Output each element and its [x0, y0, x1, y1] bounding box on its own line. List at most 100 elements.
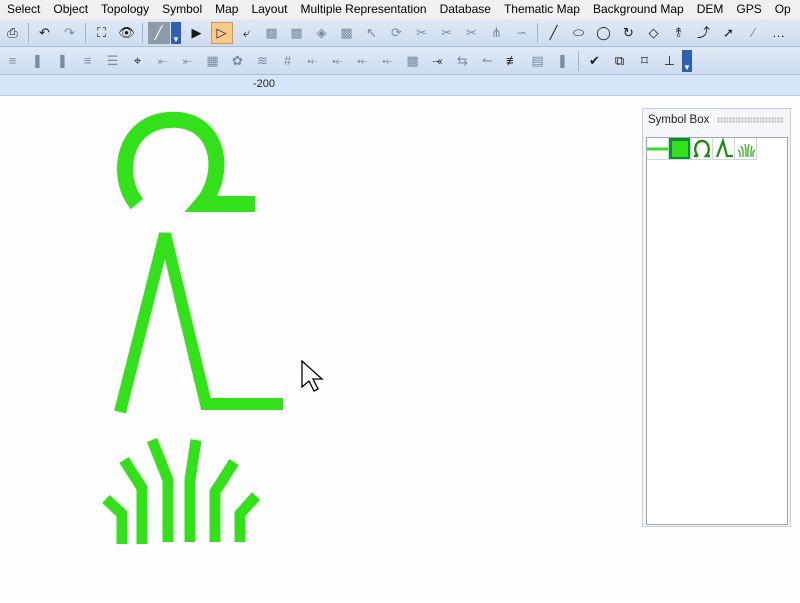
snap-icon[interactable]: ⤛ [427, 50, 449, 72]
toolbar-separator [537, 22, 538, 43]
smooth-icon[interactable]: ⤜ [152, 50, 174, 72]
omega-symbol-icon [694, 139, 710, 157]
menu-select[interactable]: Select [0, 0, 46, 19]
panel-grip-icon[interactable] [717, 117, 784, 123]
move-node-icon[interactable]: ◈ [311, 22, 333, 44]
extend-icon[interactable]: ⤝ [352, 50, 374, 72]
symbol-row [647, 137, 787, 160]
ruler-label: -200 [253, 78, 276, 90]
annotate-icon[interactable]: ✔ [584, 50, 606, 72]
symbol-box-panel: Symbol Box [642, 108, 791, 527]
fillet-icon[interactable]: ↼ [477, 50, 499, 72]
line-style-icon[interactable]: ╱ [147, 21, 170, 44]
draw-polyline-icon[interactable]: ➚ [718, 22, 740, 44]
more-tools-icon[interactable]: … [768, 22, 790, 44]
toolbar-separator [142, 22, 143, 43]
menu-gps[interactable]: GPS [729, 0, 767, 19]
toolbar-separator [578, 50, 579, 71]
symbol-box-titlebar[interactable]: Symbol Box [643, 109, 790, 131]
grass-symbol-icon [737, 143, 756, 157]
pointer-icon[interactable]: ↖ [361, 22, 383, 44]
join-icon[interactable]: ⤝ [302, 50, 324, 72]
align-bottom-icon[interactable]: ≢ [502, 50, 524, 72]
lambda-symbol-icon [715, 137, 733, 157]
menu-dem[interactable]: DEM [690, 0, 730, 19]
draw-ellipse-icon[interactable]: ⬭ [568, 22, 590, 44]
full-extent-icon[interactable]: ⛶ [91, 22, 113, 44]
mouse-cursor-icon [301, 360, 324, 392]
rotate-icon[interactable]: ⟳ [386, 22, 408, 44]
cut-line-icon[interactable]: ✂ [436, 22, 458, 44]
menu-thematic-map[interactable]: Thematic Map [497, 0, 586, 19]
menu-background-map[interactable]: Background Map [586, 0, 690, 19]
menu-multiple-representation[interactable]: Multiple Representation [293, 0, 432, 19]
menu-topology[interactable]: Topology [94, 0, 155, 19]
connect-icon[interactable]: ⌑ [634, 50, 656, 72]
scissors-icon[interactable]: ✂ [461, 22, 483, 44]
line-symbol-icon [647, 147, 668, 150]
toolbar-separator [85, 22, 86, 43]
parallel-icon[interactable]: ☰ [102, 50, 124, 72]
omega-symbol[interactable] [117, 111, 255, 212]
menu-op[interactable]: Op [768, 0, 797, 19]
hatch-icon[interactable]: ❚ [52, 50, 74, 72]
omega-symbol-swatch[interactable] [691, 138, 713, 160]
draw-polygon-icon[interactable]: ◇ [643, 22, 665, 44]
toolbar-separator [28, 22, 29, 43]
trim-icon[interactable]: ⤝ [377, 50, 399, 72]
lambda-symbol-swatch[interactable] [713, 137, 735, 160]
table-icon[interactable]: ▤ [527, 50, 549, 72]
curve-edit-icon[interactable]: ∽ [511, 22, 533, 44]
lambda-symbol[interactable] [114, 232, 283, 414]
select-node-icon[interactable]: ▷ [210, 21, 233, 44]
print-icon[interactable]: ⎙ [2, 22, 24, 44]
solid-fill-symbol-icon [672, 140, 688, 157]
toolbar-dropdown-arrow[interactable]: ▼ [682, 49, 692, 72]
draw-line-icon[interactable]: ╱ [543, 22, 565, 44]
draw-step-icon[interactable]: ⥉ [668, 22, 690, 44]
hatch-alt-icon[interactable]: ≡ [77, 50, 99, 72]
edit-toolbar: ≡ ❚ ❚ ≡ ☰ ⌖ ⤜ ⤜ ▦ ✿ ≋ # ⤝ ⤝ ⤝ ⤝ ▩ ⤛ ⇆ ↼ … [0, 47, 800, 75]
draw-dash-icon[interactable]: ⁄ [743, 22, 765, 44]
cut-icon[interactable]: ✂ [411, 22, 433, 44]
wave-icon[interactable]: ≋ [252, 50, 274, 72]
menu-database[interactable]: Database [433, 0, 497, 19]
grass-symbol-swatch[interactable] [735, 138, 757, 160]
menu-map[interactable]: Map [208, 0, 244, 19]
eraser-icon[interactable]: ▩ [402, 50, 424, 72]
undo-icon[interactable]: ↶ [34, 22, 56, 44]
draw-circle-icon[interactable]: ◯ [593, 22, 615, 44]
solid-fill-symbol-swatch[interactable] [669, 138, 691, 160]
info-icon[interactable]: ❚ [552, 50, 574, 72]
grass-symbol[interactable] [102, 437, 261, 544]
spiral-icon[interactable]: ✿ [227, 50, 249, 72]
select-arrow-icon[interactable]: ▶ [186, 22, 208, 44]
draw-curve-icon[interactable]: ⤴ [693, 22, 715, 44]
menu-object[interactable]: Object [46, 0, 94, 19]
flip-icon[interactable]: ⇆ [452, 50, 474, 72]
menu-bar: Select Object Topology Symbol Map Layout… [0, 0, 800, 19]
crop-icon[interactable]: ⌖ [127, 50, 149, 72]
line-symbol-swatch[interactable] [647, 138, 669, 160]
split-icon[interactable]: ⤝ [327, 50, 349, 72]
menu-symbol[interactable]: Symbol [155, 0, 208, 19]
perpendicular-icon[interactable]: ⊥ [659, 50, 681, 72]
view-eye-icon[interactable]: 👁 [116, 22, 138, 44]
align-icon[interactable]: ≡ [2, 50, 24, 72]
offset-icon[interactable]: ⤜ [177, 50, 199, 72]
symbol-list [646, 137, 788, 525]
add-node-icon[interactable]: ▩ [286, 22, 308, 44]
redo-icon[interactable]: ↷ [59, 22, 81, 44]
branch-icon[interactable]: ⋔ [486, 22, 508, 44]
hash-icon[interactable]: # [277, 50, 299, 72]
draw-arc-icon[interactable]: ↻ [618, 22, 640, 44]
lasso-icon[interactable]: ⤶ [236, 22, 258, 44]
overlap-icon[interactable]: ⧉ [609, 50, 631, 72]
main-toolbar: ⎙ ↶ ↷ ⛶ 👁 ╱ ▼ ▶ ▷ ⤶ ▩ ▩ ◈ ▩ ↖ ⟳ ✂ ✂ ✂ ⋔ … [0, 19, 800, 47]
distribute-icon[interactable]: ❚ [27, 50, 49, 72]
delete-node-icon[interactable]: ▩ [336, 22, 358, 44]
buffer-icon[interactable]: ▦ [202, 50, 224, 72]
menu-layout[interactable]: Layout [244, 0, 293, 19]
toolbar-dropdown-arrow[interactable]: ▼ [171, 21, 181, 44]
edit-node-icon[interactable]: ▩ [261, 22, 283, 44]
